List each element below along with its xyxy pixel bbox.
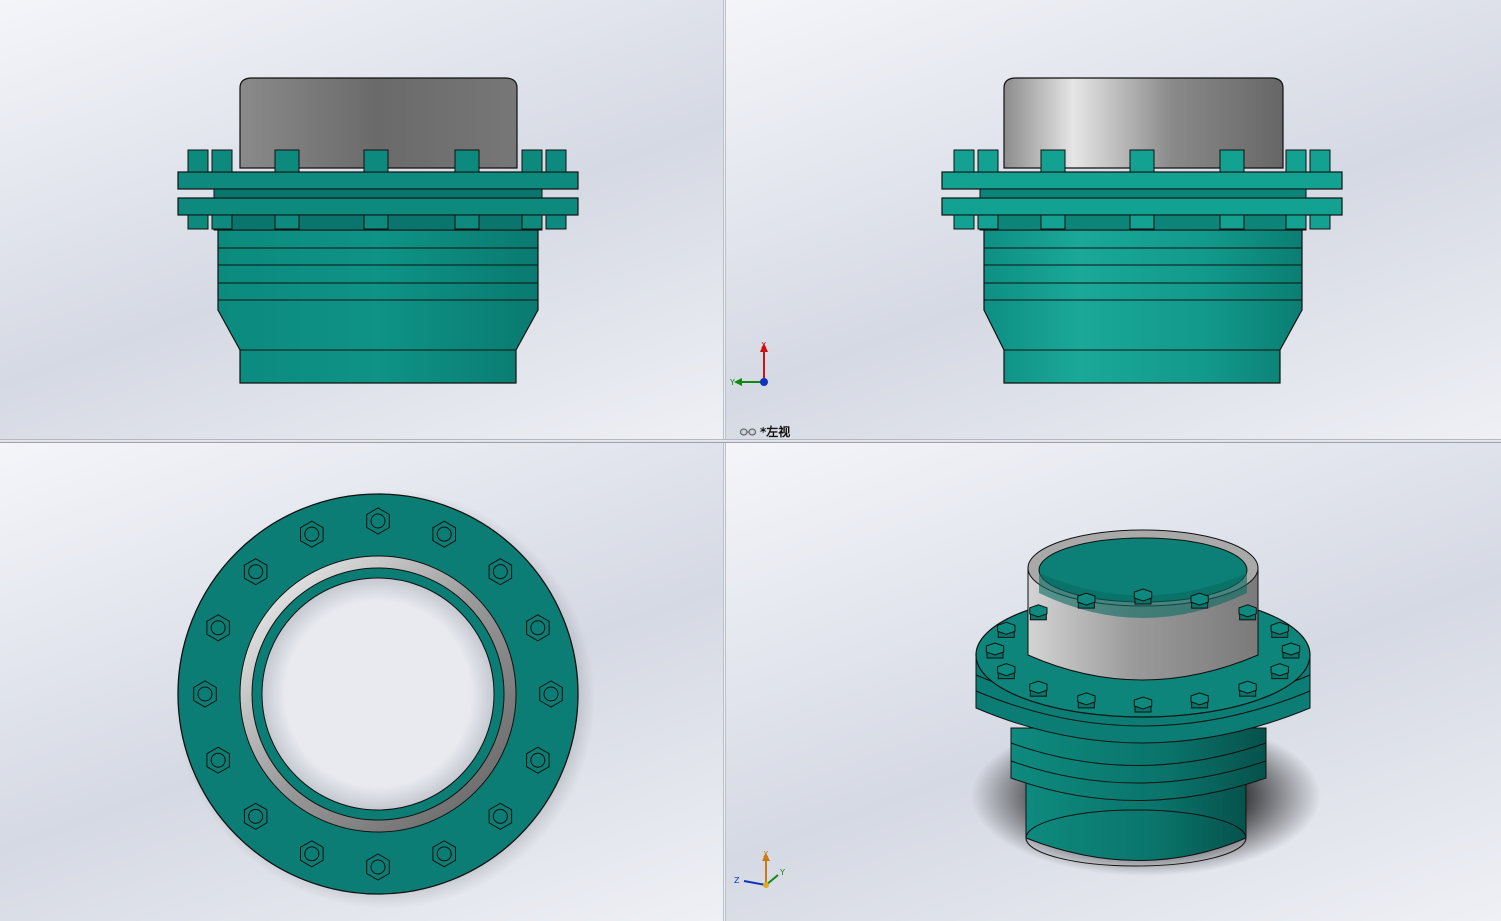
bolt-nut bbox=[1029, 680, 1048, 694]
triad-axis-left: Y bbox=[730, 378, 735, 387]
top-view-model[interactable] bbox=[0, 443, 723, 921]
isometric-view-model[interactable] bbox=[726, 443, 1501, 921]
coordinate-triad-icon: X Z Y bbox=[734, 850, 785, 888]
glasses-icon bbox=[740, 428, 756, 435]
viewport-left[interactable]: X Y *左视 bbox=[726, 0, 1501, 439]
left-view-model[interactable] bbox=[726, 0, 1501, 439]
bolt-nut bbox=[1281, 642, 1301, 656]
bolt-nut bbox=[1238, 604, 1257, 618]
bolt-nut bbox=[1190, 592, 1209, 606]
triad-axis-left: Z bbox=[734, 876, 740, 885]
coordinate-triad-icon: X Y bbox=[730, 341, 768, 387]
triad-axis-up: X bbox=[763, 850, 769, 859]
bolt-nut bbox=[1029, 604, 1048, 618]
bolt-end bbox=[492, 808, 508, 824]
bolt-nut bbox=[1270, 621, 1289, 635]
bolt-end bbox=[248, 564, 264, 580]
bolt-nut bbox=[985, 642, 1005, 656]
bolt-nut bbox=[1077, 592, 1096, 606]
viewport-front[interactable] bbox=[0, 0, 723, 439]
triad-axis-up: X bbox=[761, 341, 767, 350]
bolt-nut bbox=[997, 663, 1016, 677]
bolt-nut bbox=[1077, 692, 1096, 706]
viewport-splitter-vertical[interactable] bbox=[723, 0, 726, 921]
bolt-end bbox=[197, 686, 213, 702]
bolt-end bbox=[530, 752, 546, 768]
bolt-end bbox=[436, 526, 452, 542]
bolt-nut bbox=[1190, 692, 1209, 706]
bolt-end bbox=[530, 620, 546, 636]
bolt-end bbox=[543, 686, 559, 702]
view-orientation-label: *左视 bbox=[740, 423, 790, 439]
bolt-end bbox=[492, 564, 508, 580]
bolt-end bbox=[304, 526, 320, 542]
bolt-end bbox=[436, 846, 452, 862]
bolt-end bbox=[248, 808, 264, 824]
bolt-nut bbox=[997, 621, 1016, 635]
bolt-nut bbox=[1238, 680, 1257, 694]
bolt-nut bbox=[1133, 696, 1153, 710]
view-name: *左视 bbox=[760, 425, 791, 439]
viewport-splitter-horizontal[interactable] bbox=[0, 439, 1501, 443]
triad-axis-right: Y bbox=[779, 868, 785, 877]
bolt-nut bbox=[1270, 663, 1289, 677]
bolt-nut bbox=[1133, 588, 1153, 602]
viewport-top[interactable] bbox=[0, 443, 723, 921]
front-view-model[interactable] bbox=[0, 0, 723, 439]
viewport-isometric[interactable]: X Z Y bbox=[726, 443, 1501, 921]
bolt-end bbox=[370, 513, 386, 529]
bolt-end bbox=[370, 859, 386, 875]
bolt-end bbox=[210, 620, 226, 636]
bolt-end bbox=[210, 752, 226, 768]
bolt-end bbox=[304, 846, 320, 862]
